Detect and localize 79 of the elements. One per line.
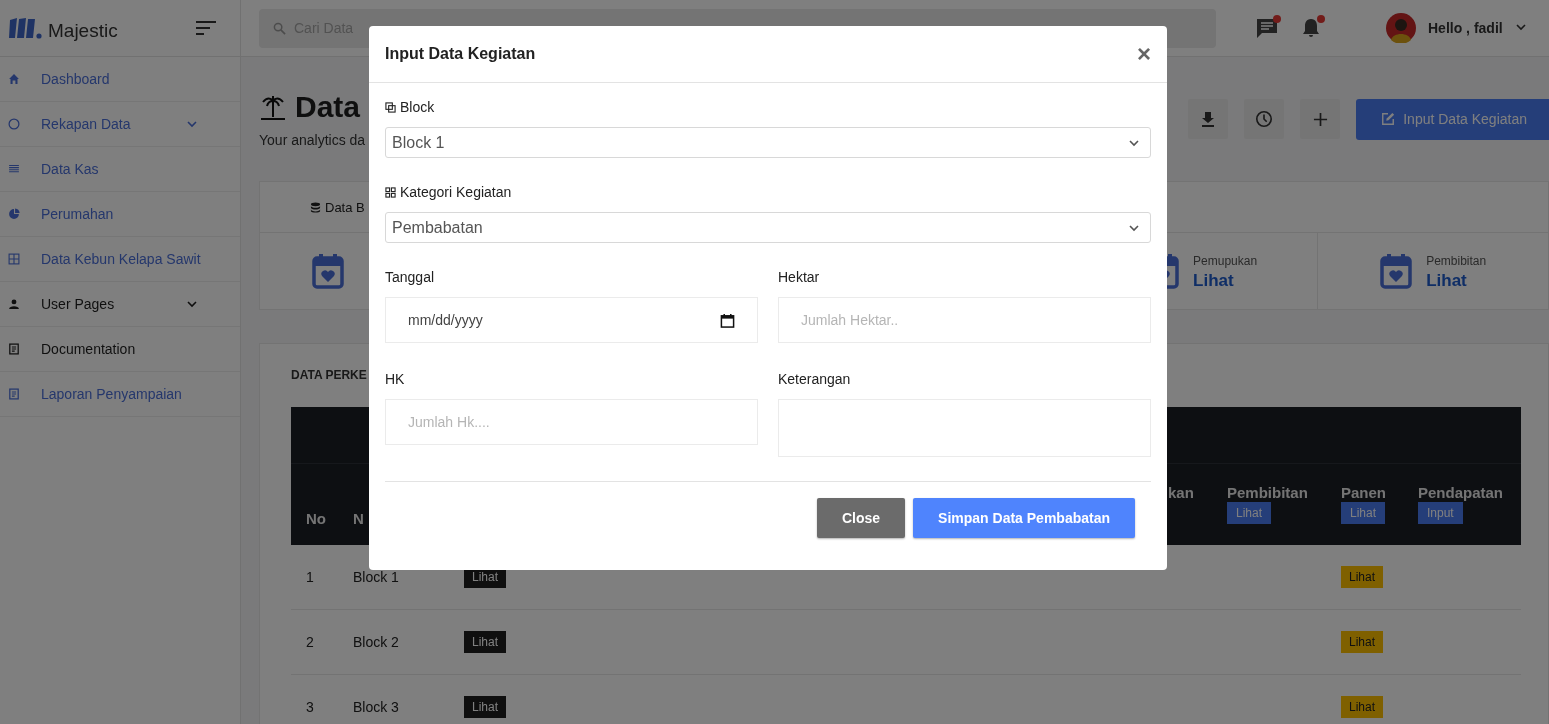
category-select[interactable]: Pembabatan xyxy=(385,212,1151,243)
sidebar-item[interactable]: Perumahan xyxy=(0,192,240,237)
circle-icon xyxy=(7,117,21,131)
column-header: Pendapatan xyxy=(1418,484,1504,501)
clock-icon xyxy=(1255,110,1274,128)
table-cell: Block 3 xyxy=(353,699,399,715)
stat-link[interactable]: Lihat xyxy=(1426,271,1487,291)
bell-icon[interactable] xyxy=(1300,17,1322,39)
page-title: Data xyxy=(295,90,361,124)
header-action-button[interactable]: Lihat xyxy=(1341,502,1386,524)
stat-link[interactable]: Lihat xyxy=(1193,271,1258,291)
detail-button[interactable]: Lihat xyxy=(464,631,507,653)
detail-button[interactable]: Lihat xyxy=(464,696,507,718)
document-icon xyxy=(7,387,21,401)
sidebar-item[interactable]: Documentation xyxy=(0,327,240,372)
chat-icon[interactable] xyxy=(1256,17,1278,39)
edit-icon xyxy=(1381,112,1396,126)
save-button[interactable]: Simpan Data Pembabatan xyxy=(913,498,1135,538)
block-select[interactable]: Block 1 xyxy=(385,127,1151,158)
table-title: DATA PERKE xyxy=(291,368,367,382)
table-cell: Block 2 xyxy=(353,634,399,650)
sidebar-item[interactable]: Data Kebun Kelapa Sawit xyxy=(0,237,240,282)
modal-title: Input Data Kegiatan xyxy=(385,45,537,63)
table-cell: 2 xyxy=(306,634,314,650)
column-header: kan xyxy=(1168,484,1194,501)
avatar-icon[interactable] xyxy=(1386,13,1416,43)
sidebar-item[interactable]: Dashboard xyxy=(0,57,240,102)
pie-chart-icon xyxy=(7,207,21,221)
close-button[interactable]: × xyxy=(1137,42,1151,66)
date-field[interactable]: mm/dd/yyyy xyxy=(385,297,758,343)
hectare-field[interactable]: Jumlah Hektar.. xyxy=(778,297,1151,343)
stat-label: Pembibitan xyxy=(1426,254,1487,268)
table-cell: Block 1 xyxy=(353,569,399,585)
column-header: N xyxy=(353,510,364,527)
field-label: Kategori Kegiatan xyxy=(400,184,512,200)
input-data-button[interactable]: Input Data Kegiatan xyxy=(1356,98,1549,140)
search-icon xyxy=(273,21,286,35)
sidebar-item[interactable]: Rekapan Data xyxy=(0,102,240,147)
header-action-button[interactable]: Lihat xyxy=(1227,502,1272,524)
harvest-button[interactable]: Lihat xyxy=(1341,696,1384,718)
sidebar-item[interactable]: Data Kas xyxy=(0,147,240,192)
chevron-down-icon xyxy=(1514,21,1527,33)
column-header: Pembibitan xyxy=(1227,484,1308,501)
database-icon xyxy=(310,201,321,213)
brand-name: Majestic xyxy=(48,20,118,42)
column-header: Panen xyxy=(1341,484,1386,501)
grid-icon xyxy=(7,252,21,266)
field-label: Hektar xyxy=(778,269,820,285)
harvest-button[interactable]: Lihat xyxy=(1341,566,1384,588)
field-label: Block xyxy=(400,99,435,115)
field-label: Tanggal xyxy=(385,269,435,285)
download-icon xyxy=(1200,111,1217,127)
field-label: Keterangan xyxy=(778,371,851,387)
table-cell: 1 xyxy=(306,569,314,585)
user-greeting[interactable]: Hello , fadil xyxy=(1428,20,1503,36)
plus-icon xyxy=(1312,111,1328,127)
logo-icon xyxy=(8,16,42,40)
sidebar-item[interactable]: User Pages xyxy=(0,282,240,327)
grid-icon xyxy=(385,186,396,198)
stat-label: Pemupukan xyxy=(1193,254,1258,268)
page-subtitle: Your analytics da xyxy=(259,132,366,148)
calendar-icon xyxy=(720,312,735,328)
panel-tab[interactable]: Data B xyxy=(310,199,365,215)
document-icon xyxy=(7,342,21,356)
header-action-button[interactable]: Input xyxy=(1418,502,1463,524)
home-icon xyxy=(7,72,21,86)
layers-icon xyxy=(385,101,396,113)
person-icon xyxy=(7,297,21,311)
close-button[interactable]: Close xyxy=(816,498,906,538)
download-button[interactable] xyxy=(1188,99,1229,139)
table-cell: 3 xyxy=(306,699,314,715)
field-label: HK xyxy=(385,371,405,387)
column-header: No xyxy=(306,510,326,527)
hk-field[interactable]: Jumlah Hk.... xyxy=(385,399,758,445)
menu-icon[interactable] xyxy=(196,21,216,35)
sidebar-item[interactable]: Laporan Penyampaian xyxy=(0,372,240,417)
palm-tree-icon xyxy=(259,93,287,121)
history-button[interactable] xyxy=(1244,99,1285,139)
harvest-button[interactable]: Lihat xyxy=(1341,631,1384,653)
